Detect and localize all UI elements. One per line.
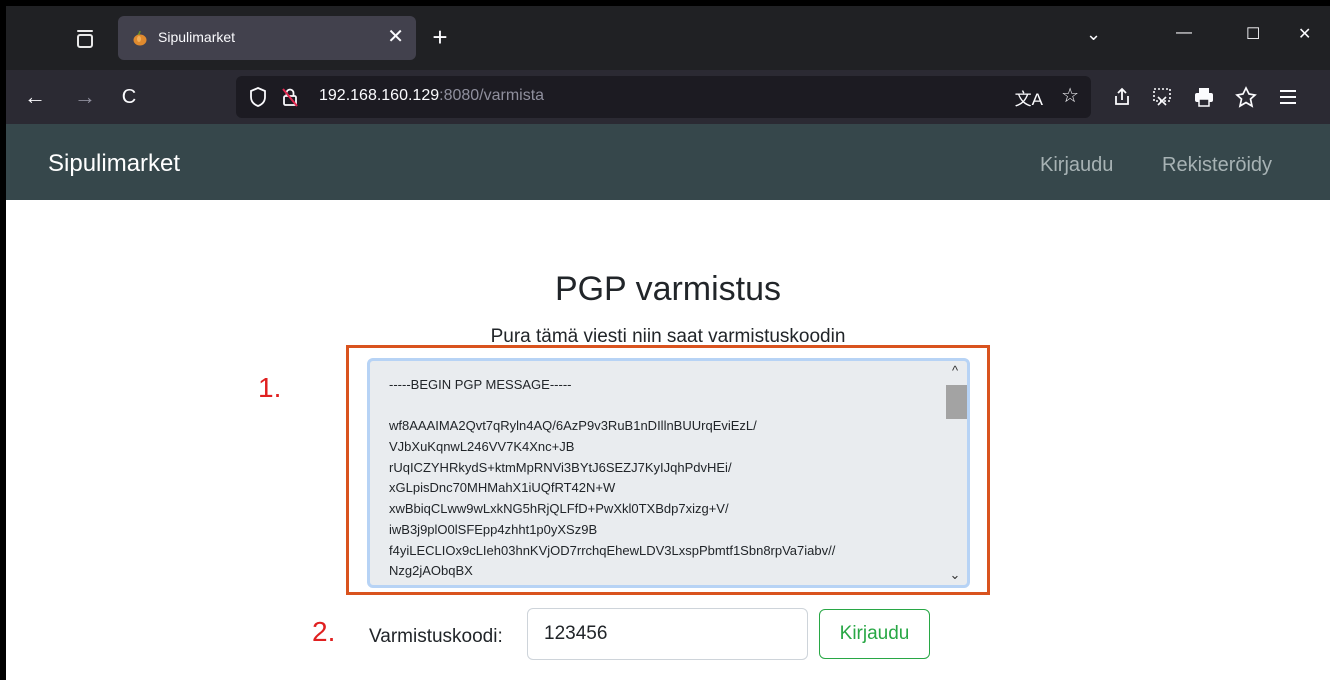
site-navbar: Sipulimarket Kirjaudu Rekisteröidy: [6, 124, 1330, 200]
shield-icon[interactable]: [248, 86, 268, 108]
screenshot-icon[interactable]: [1148, 85, 1176, 109]
url-text[interactable]: 192.168.160.129:8080/varmista: [319, 87, 544, 105]
pgp-line: -----BEGIN PGP MESSAGE-----: [389, 377, 572, 392]
pgp-line: [389, 396, 949, 417]
print-icon[interactable]: [1190, 85, 1218, 109]
maximize-icon[interactable]: ☐: [1246, 24, 1260, 44]
extensions-icon[interactable]: [1232, 85, 1260, 109]
nav-login-link[interactable]: Kirjaudu: [1040, 154, 1113, 177]
url-host: 192.168.160.129: [319, 87, 440, 104]
pgp-line: rUqICZYHRkydS+ktmMpRNVi3BYtJ6SEZJ7KyIJqh…: [389, 459, 732, 475]
pgp-line: iwB3j9plO0lSFEpp4zhht1p0yXSz9B: [389, 521, 598, 537]
scrollbar-thumb[interactable]: [946, 385, 967, 419]
pgp-message-text: -----BEGIN PGP MESSAGE----- wf8AAAIMA2Qvt…: [389, 375, 949, 585]
list-all-tabs-icon[interactable]: ⌄: [1086, 24, 1101, 45]
pgp-line: xwBbiqCLww9wLxkNG5hRjQLFfD+PwXkl0TXBdp7x…: [389, 501, 729, 517]
pgp-line: VJbXuKqnwL246VV7K4Xnc+JB: [389, 439, 575, 455]
pgp-line: f4yiLECLIOx9cLIeh03hnKVjOD7rrchqEhewLDV3…: [389, 542, 836, 558]
menu-icon[interactable]: [1274, 85, 1302, 109]
onion-favicon-icon: [133, 30, 147, 46]
close-window-icon[interactable]: ✕: [1298, 24, 1311, 44]
tab-title: Sipulimarket: [158, 29, 236, 45]
main-content: PGP varmistus Pura tämä viesti niin saat…: [6, 200, 1330, 680]
share-icon[interactable]: [1108, 85, 1136, 109]
verification-code-input[interactable]: 123456: [527, 608, 808, 660]
tab-sipulimarket[interactable]: Sipulimarket ✕: [118, 16, 416, 60]
browser-toolbar: ← → C 192.168.160.129:8080/varmista 文A ☆: [6, 70, 1330, 124]
textarea-scrollbar[interactable]: ^ ⌄: [943, 361, 967, 585]
pgp-message-textarea[interactable]: -----BEGIN PGP MESSAGE----- wf8AAAIMA2Qvt…: [367, 358, 970, 588]
annotation-number-1: 1.: [258, 372, 282, 403]
pgp-line: Nzg2jAObqBX: [389, 563, 473, 579]
code-label: Varmistuskoodi:: [369, 626, 503, 647]
insecure-lock-icon[interactable]: [280, 86, 300, 108]
pgp-line: xGLpisDnc70MHMahX1iUQfRT42N+W: [389, 480, 616, 496]
new-tab-button[interactable]: +: [424, 22, 456, 54]
site-brand[interactable]: Sipulimarket: [48, 150, 180, 178]
url-path: :8080/varmista: [439, 87, 545, 104]
pgp-line: 7/: [389, 582, 949, 585]
back-icon[interactable]: ←: [20, 82, 50, 112]
scroll-up-icon[interactable]: ^: [947, 363, 963, 378]
pgp-line: wf8AAAIMA2Qvt7qRyln4AQ/6AzP9v3RuB1nDIlln…: [389, 418, 757, 434]
tab-close-icon[interactable]: ✕: [387, 25, 404, 49]
forward-icon[interactable]: →: [70, 82, 100, 112]
bookmark-star-icon[interactable]: ☆: [1061, 83, 1079, 108]
nav-register-link[interactable]: Rekisteröidy: [1162, 154, 1272, 177]
scroll-down-icon[interactable]: ⌄: [947, 567, 963, 583]
tab-list-icon[interactable]: [68, 22, 102, 56]
address-bar[interactable]: 192.168.160.129:8080/varmista 文A ☆: [236, 76, 1091, 118]
page-title: PGP varmistus: [554, 270, 782, 308]
tab-strip: Sipulimarket ✕ + ⌄ — ☐ ✕: [6, 6, 1330, 70]
translate-icon[interactable]: 文A: [1015, 85, 1043, 110]
login-submit-button[interactable]: Kirjaudu: [819, 609, 930, 659]
annotation-number-2: 2.: [312, 616, 336, 647]
minimize-icon[interactable]: —: [1176, 24, 1192, 42]
browser-window: Sipulimarket ✕ + ⌄ — ☐ ✕ ← → C 192.168.1…: [6, 6, 1330, 680]
reload-icon[interactable]: C: [114, 82, 144, 112]
